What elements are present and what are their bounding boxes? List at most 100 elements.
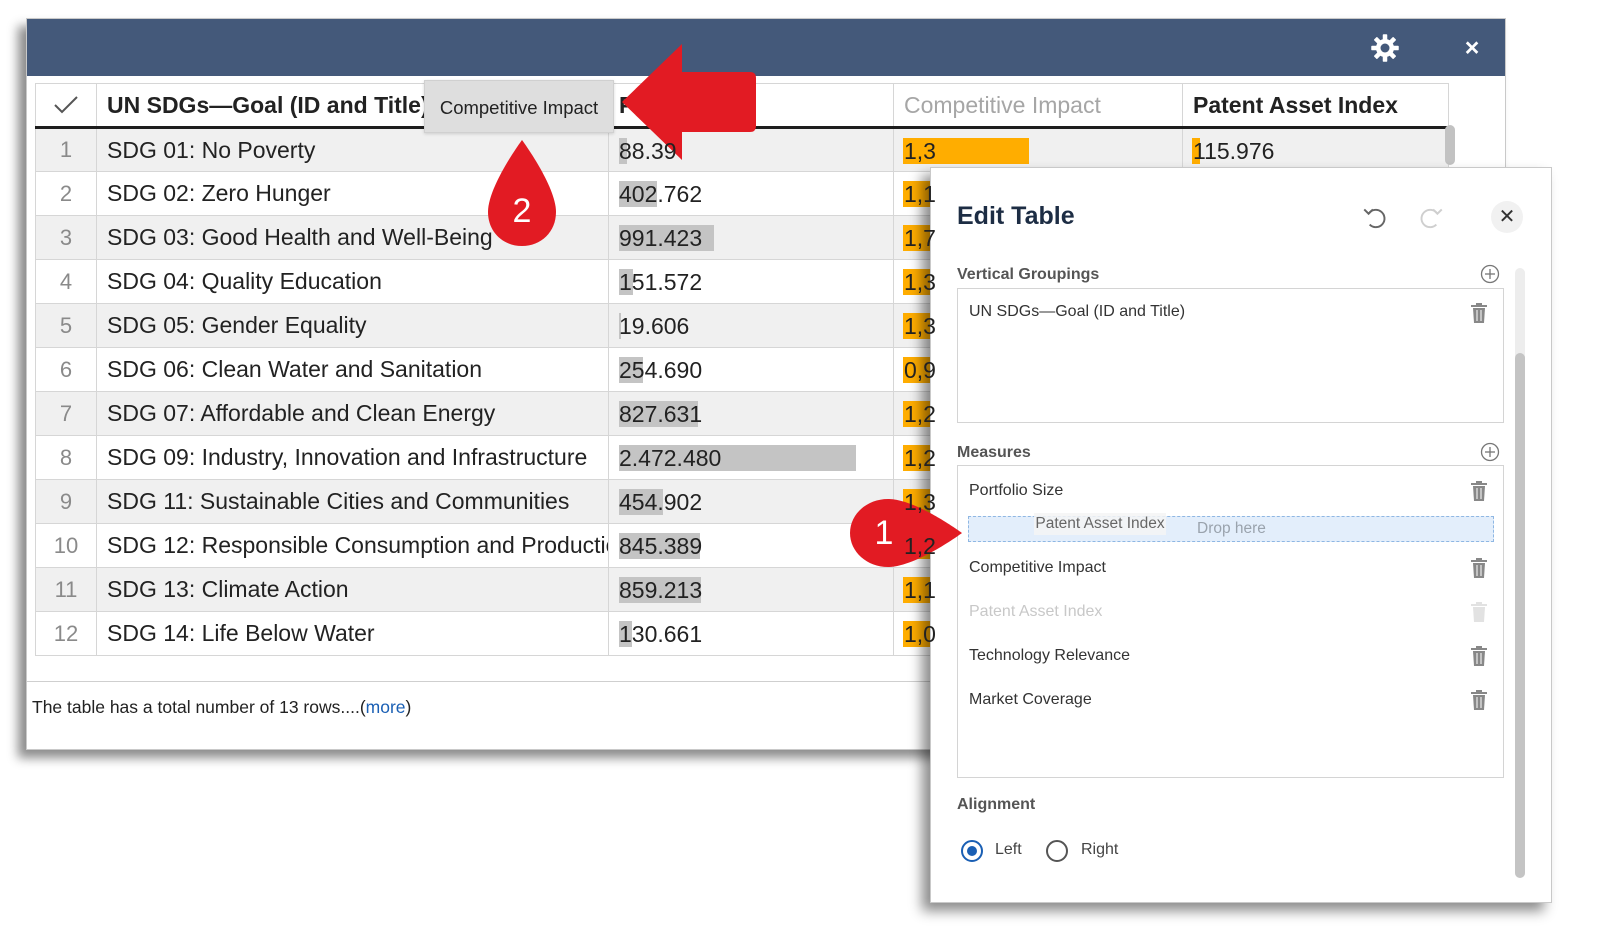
vertical-groupings-label: Vertical Groupings [957,266,1100,283]
gear-icon[interactable] [1367,30,1403,66]
row-number: 4 [35,259,97,304]
portfolio-size-cell: 2.472.480 [608,435,894,480]
select-all-checkbox[interactable] [35,83,97,129]
portfolio-size-value: 254.690 [619,357,703,383]
trash-icon [1471,602,1487,622]
callout-2-label: 2 [512,192,532,230]
portfolio-size-cell: 991.423 [608,215,894,260]
footer-paren-close: ) [405,697,412,717]
measure-item-patent-asset-index[interactable]: Patent Asset Index [969,603,1102,621]
align-right-radio[interactable] [1046,840,1068,862]
trash-icon[interactable] [1469,480,1489,502]
competitive-impact-value: 1,2 [904,401,936,427]
redo-icon [1420,208,1443,229]
row-number: 8 [35,435,97,480]
portfolio-size-value: 991.423 [619,225,703,251]
portfolio-size-cell: 254.690 [608,347,894,392]
plus-circle-icon[interactable] [1480,442,1500,462]
footer-text: The table has a total number of 13 rows.… [32,697,360,717]
grouping-item[interactable]: UN SDGs—Goal (ID and Title) [969,303,1185,321]
row-number: 11 [35,567,97,612]
table-scrollbar[interactable] [1445,125,1455,165]
plus-circle-icon[interactable] [1480,264,1500,284]
portfolio-size-value: 827.631 [619,401,703,427]
check-icon [54,96,78,114]
vertical-groupings-box: UN SDGs—Goal (ID and Title) [957,288,1504,423]
portfolio-size-value: 151.572 [619,269,703,295]
close-icon[interactable]: × [1459,33,1485,63]
row-number: 10 [35,523,97,568]
trash-icon[interactable] [1469,302,1489,324]
sdg-cell: SDG 06: Clean Water and Sanitation [96,347,609,392]
competitive-impact-value: 1,0 [904,621,936,647]
edit-table-panel: Edit Table ✕ Vertical Groupings UN SDGs—… [930,167,1552,903]
portfolio-size-value: 130.661 [619,621,703,647]
portfolio-size-value: 402.762 [619,181,703,207]
portfolio-size-value: 88.39 [619,138,677,164]
alignment-label: Alignment [957,796,1036,813]
header-patent-asset-index[interactable]: Patent Asset Index [1182,83,1449,129]
measures-box: Portfolio Size Drop here Patent Asset In… [957,465,1504,778]
competitive-impact-value: 1,7 [904,225,936,251]
dragged-header-chip[interactable]: Competitive Impact [424,80,614,133]
panel-title: Edit Table [957,202,1075,230]
portfolio-size-cell: 402.762 [608,171,894,216]
portfolio-size-cell: 827.631 [608,391,894,436]
competitive-impact-value: 1,3 [904,138,936,164]
sdg-cell: SDG 07: Affordable and Clean Energy [96,391,609,436]
header-competitive-impact[interactable]: Competitive Impact [893,83,1183,129]
undo-icon[interactable] [1361,204,1387,230]
portfolio-size-value: 454.902 [619,489,703,515]
competitive-impact-value: 1,3 [904,313,936,339]
row-number: 2 [35,171,97,216]
portfolio-size-cell: 19.606 [608,303,894,348]
sdg-cell: SDG 04: Quality Education [96,259,609,304]
measure-item-market-coverage[interactable]: Market Coverage [969,691,1092,709]
measure-item-competitive-impact[interactable]: Competitive Impact [969,559,1106,577]
competitive-impact-value: 1,3 [904,269,936,295]
measure-item-portfolio-size[interactable]: Portfolio Size [969,482,1063,500]
align-right-label: Right [1081,841,1119,858]
competitive-impact-value: 1,1 [904,577,936,603]
measures-label: Measures [957,444,1031,461]
title-bar: × [27,19,1505,76]
competitive-impact-value: 1,3 [904,489,936,515]
trash-icon[interactable] [1469,645,1489,667]
footer-note: The table has a total number of 13 rows.… [32,697,411,718]
patent-asset-index-value: 115.976 [1193,138,1275,164]
sdg-cell: SDG 05: Gender Equality [96,303,609,348]
sdg-cell: SDG 12: Responsible Consumption and Prod… [96,523,609,568]
portfolio-size-value: 2.472.480 [619,445,722,471]
portfolio-size-value: 859.213 [619,577,703,603]
sdg-cell: SDG 13: Climate Action [96,567,609,612]
panel-scrollbar[interactable] [1515,353,1525,878]
portfolio-size-cell: 130.661 [608,611,894,656]
portfolio-size-value: 845.389 [619,533,703,559]
competitive-impact-value: 1,2 [904,533,936,559]
trash-icon[interactable] [1469,689,1489,711]
row-number: 3 [35,215,97,260]
row-number: 5 [35,303,97,348]
row-number: 12 [35,611,97,656]
measure-item-technology-relevance[interactable]: Technology Relevance [969,647,1130,665]
row-number: 7 [35,391,97,436]
portfolio-size-cell: 151.572 [608,259,894,304]
drop-here-label: Drop here [1197,520,1266,537]
more-link[interactable]: more [366,697,406,717]
patent-asset-index-cell: 115.976 [1182,127,1449,172]
panel-close-button[interactable]: ✕ [1491,201,1523,233]
align-left-radio[interactable] [961,840,983,862]
portfolio-size-cell: 859.213 [608,567,894,612]
sdg-cell: SDG 09: Industry, Innovation and Infrast… [96,435,609,480]
trash-icon[interactable] [1469,557,1489,579]
portfolio-size-value: 19.606 [619,313,690,339]
row-number: 9 [35,479,97,524]
table-bottom-divider [27,681,947,682]
sdg-cell: SDG 11: Sustainable Cities and Communiti… [96,479,609,524]
dragging-measure-ghost[interactable]: Patent Asset Index [1034,513,1166,535]
competitive-impact-value: 1,1 [904,181,936,207]
row-number: 1 [35,127,97,172]
row-number: 6 [35,347,97,392]
competitive-impact-value: 1,2 [904,445,936,471]
competitive-impact-cell: 1,3 [893,127,1183,172]
